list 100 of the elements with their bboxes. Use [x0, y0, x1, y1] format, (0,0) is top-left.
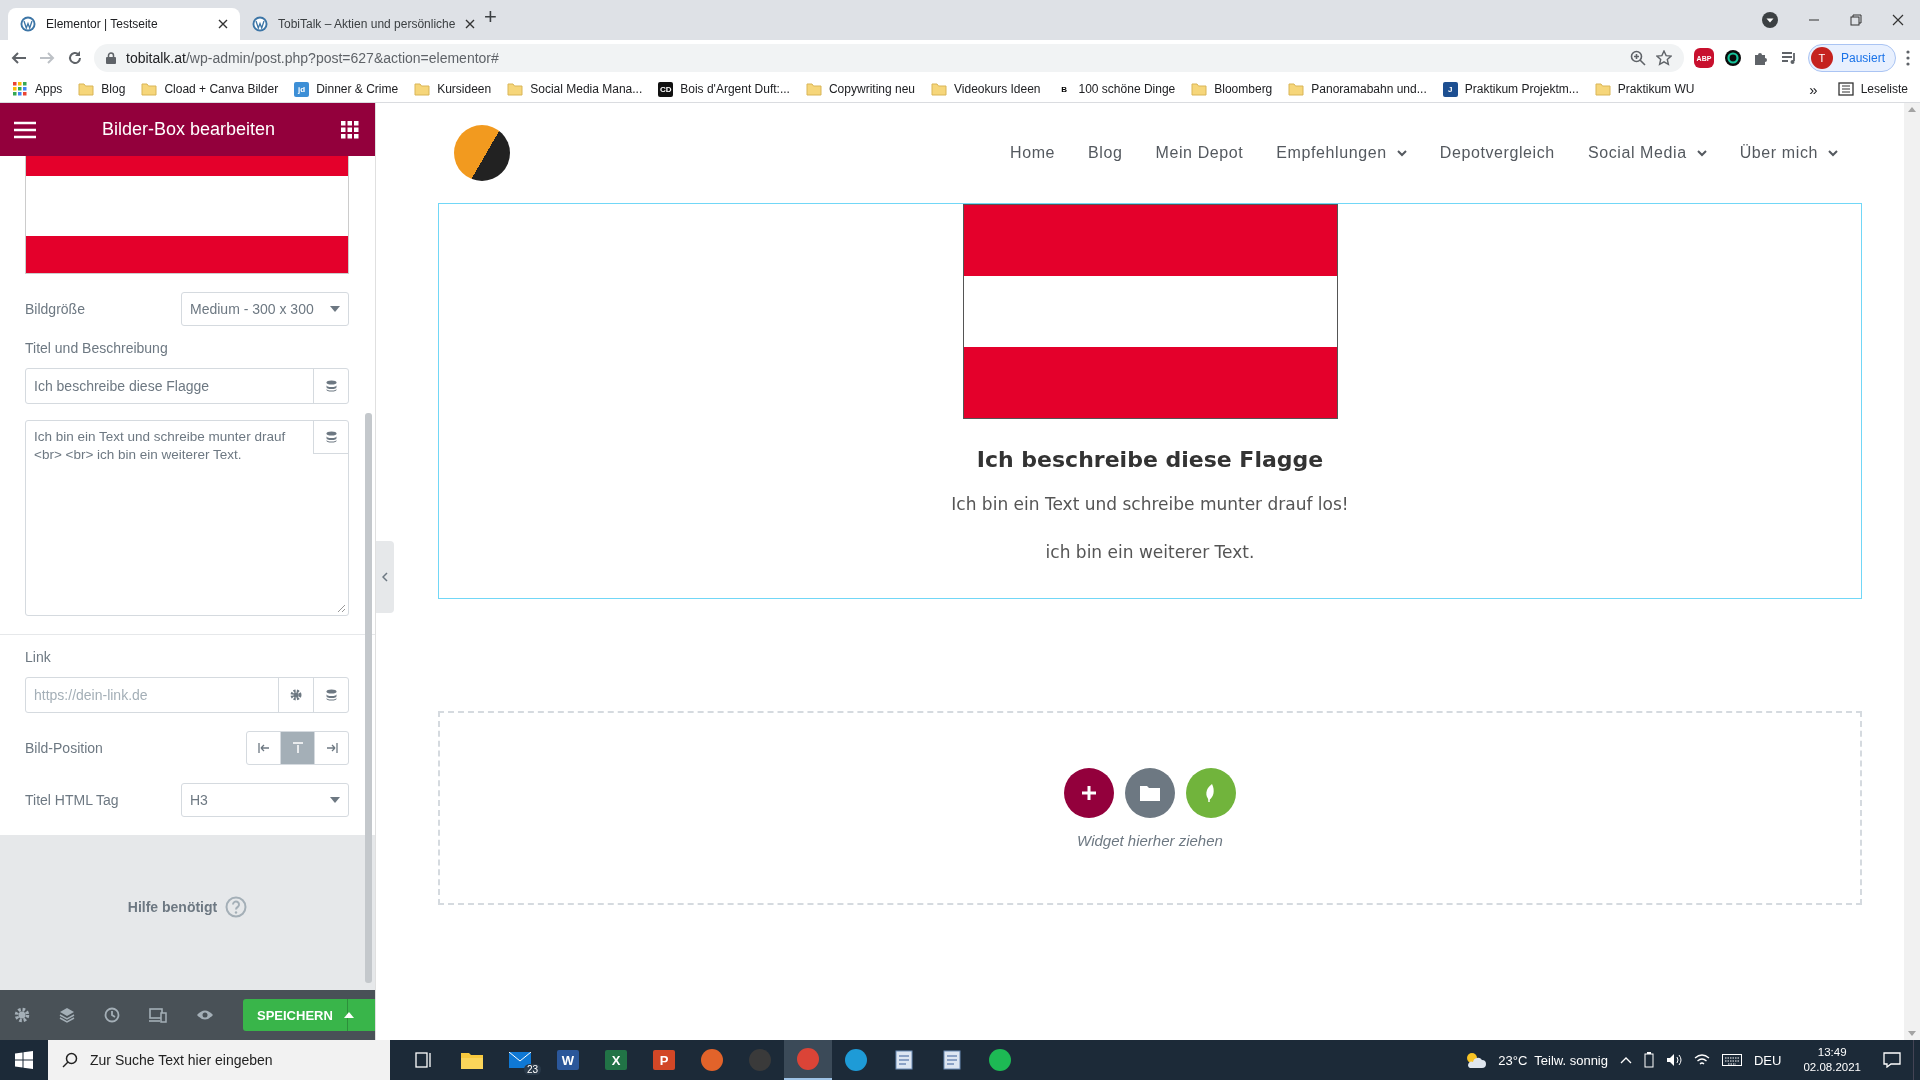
image-box-widget[interactable]: Ich beschreibe diese Flagge Ich bin ein Text und schreibe munter drauf los! ich bin ein weiterer Text. [438, 203, 1862, 599]
ring-icon[interactable] [1723, 49, 1742, 67]
reload-icon[interactable] [66, 49, 84, 67]
image-box-title: Ich beschreibe diese Flagge [976, 447, 1324, 472]
notification-icon[interactable] [1883, 1052, 1901, 1068]
help-icon [225, 895, 248, 918]
folder-icon [414, 81, 431, 97]
bookmark[interactable]: Praktikum WU [1594, 81, 1695, 97]
add-section-button[interactable] [1064, 767, 1114, 818]
address-bar[interactable]: tobitalk.at/wp-admin/post.php?post=627&action=elementor# [94, 44, 1684, 72]
bookmark[interactable]: CD Bois d'Argent Duft:... [658, 81, 790, 97]
wifi-icon[interactable] [1694, 1053, 1710, 1067]
battery-icon[interactable] [1644, 1052, 1654, 1068]
bookmark[interactable]: B 100 schöne Dinge [1056, 81, 1176, 97]
search-field[interactable]: Zur Suche Text hier eingeben [48, 1040, 390, 1080]
weather-text[interactable]: 23°C Teilw. sonnig [1498, 1052, 1608, 1068]
responsive-icon[interactable] [149, 1007, 167, 1023]
bookmark[interactable]: J Praktikum Projektm... [1442, 81, 1579, 97]
nav-link[interactable]: Blog [1088, 144, 1123, 162]
bookmark[interactable]: Kursideen [414, 81, 492, 97]
reading-list-button[interactable]: Leseliste [1837, 82, 1908, 96]
unread-badge: 23 [523, 1064, 541, 1075]
taskbar-app[interactable]: X [592, 1040, 640, 1080]
select-field[interactable]: H3 [181, 783, 349, 817]
bookmark[interactable]: Copywriting neu [805, 81, 915, 97]
clock[interactable]: 13:49 02.08.2021 [1803, 1045, 1861, 1075]
image-box-description: Ich bin ein Text und schreibe munter drauf los! [951, 494, 1349, 514]
restore-icon[interactable] [1850, 14, 1862, 26]
search-icon [62, 1052, 78, 1068]
nav-link[interactable]: Empfehlungen [1276, 144, 1407, 162]
nav-link[interactable]: Home [1010, 144, 1056, 162]
bookmark[interactable]: Blog [78, 81, 126, 97]
chevron-up-icon[interactable] [1620, 1056, 1632, 1064]
keyboard-icon[interactable] [1722, 1054, 1742, 1066]
taskbar-app[interactable]: 23 [496, 1040, 544, 1080]
bookmark[interactable]: Apps [12, 81, 63, 97]
chevron-down-icon [1396, 149, 1407, 157]
taskbar-app[interactable]: P [640, 1040, 688, 1080]
star-icon[interactable] [1655, 50, 1672, 66]
weather-icon [1464, 1051, 1487, 1069]
dynamic-tags-button[interactable] [313, 421, 348, 454]
history-icon[interactable] [104, 1007, 120, 1023]
nav-link[interactable]: Mein Depot [1155, 144, 1244, 162]
taskbar-app[interactable] [784, 1040, 832, 1080]
office-app-icon: X [605, 1050, 627, 1070]
menu-button[interactable] [14, 120, 36, 139]
nav-link[interactable]: Über mich [1739, 144, 1838, 162]
bookmark[interactable]: Bloomberg [1191, 81, 1273, 97]
input-language[interactable]: DEU [1754, 1052, 1782, 1068]
resize-handle-icon [337, 604, 345, 612]
menu-icon[interactable] [1906, 50, 1910, 66]
site-icon: J [1442, 81, 1458, 97]
bookmark[interactable]: Social Media Mana... [507, 81, 643, 97]
widgets-button[interactable] [341, 120, 359, 139]
close-icon[interactable] [465, 19, 476, 29]
folder-icon [1288, 81, 1305, 97]
more-bookmarks-button[interactable]: » [1809, 80, 1818, 98]
control-label: Bildgröße [25, 301, 85, 317]
image-box-description: ich bin ein weiterer Text. [1045, 542, 1255, 562]
folder-icon [1594, 81, 1611, 97]
menu-icon [14, 120, 36, 139]
close-icon[interactable] [218, 19, 228, 29]
bookmark[interactable]: Panoramabahn und... [1288, 81, 1427, 97]
settings-icon[interactable] [14, 1007, 30, 1023]
drop-zone[interactable]: Widget hierher ziehen [438, 711, 1862, 905]
zoom-icon[interactable] [1629, 50, 1646, 66]
help-link[interactable]: Hilfe benötigt [0, 835, 375, 990]
avatar-placeholder[interactable] [454, 125, 510, 181]
taskbar-app[interactable]: W [544, 1040, 592, 1080]
bookmark[interactable]: Cload + Canva Bilder [141, 81, 279, 97]
nav-link[interactable]: Depotvergleich [1439, 144, 1555, 162]
url-text: tobitalk.at/wp-admin/post.php?post=627&action=elementor# [126, 50, 499, 66]
close-icon[interactable] [1892, 14, 1904, 26]
playlist-icon[interactable] [1779, 49, 1798, 67]
apps-grid-icon [12, 81, 28, 97]
select-field[interactable]: Medium - 300 x 300 [181, 292, 349, 326]
scrollbar[interactable] [1904, 103, 1920, 1040]
profile-button[interactable]: T Pausiert [1807, 44, 1896, 72]
layers-icon[interactable] [59, 1007, 75, 1023]
bookmark[interactable]: Videokurs Ideen [931, 81, 1041, 97]
browser-tab[interactable]: Elementor | Testseite [8, 8, 240, 40]
eye-icon[interactable] [196, 1009, 214, 1021]
volume-icon[interactable] [1666, 1053, 1682, 1067]
windows-icon [15, 1051, 33, 1069]
template-library-button[interactable] [1125, 767, 1175, 818]
caret-icon [330, 797, 340, 803]
browser-tab[interactable]: TobiTalk – Aktien und persönliche [240, 8, 472, 40]
scrollbar[interactable] [365, 413, 372, 983]
flag-image[interactable] [25, 156, 349, 274]
dropdown-icon[interactable] [1762, 12, 1778, 28]
save-options-button[interactable] [346, 999, 375, 1031]
control-label: Titel und Beschreibung [25, 340, 169, 356]
panel-title: Bilder-Box bearbeiten [101, 119, 276, 140]
control-label: Bild-Position [25, 740, 103, 756]
lock-icon [106, 52, 116, 64]
bookmark[interactable]: jd Dinner & Crime [294, 81, 399, 97]
nav-link[interactable]: Social Media [1587, 144, 1707, 162]
new-tab-button[interactable]: + [484, 4, 497, 30]
folder-icon [805, 81, 822, 97]
description-field[interactable]: Ich bin ein Text und schreibe munter drauf <br> <br> ich bin ein weiterer Text. [25, 420, 349, 616]
